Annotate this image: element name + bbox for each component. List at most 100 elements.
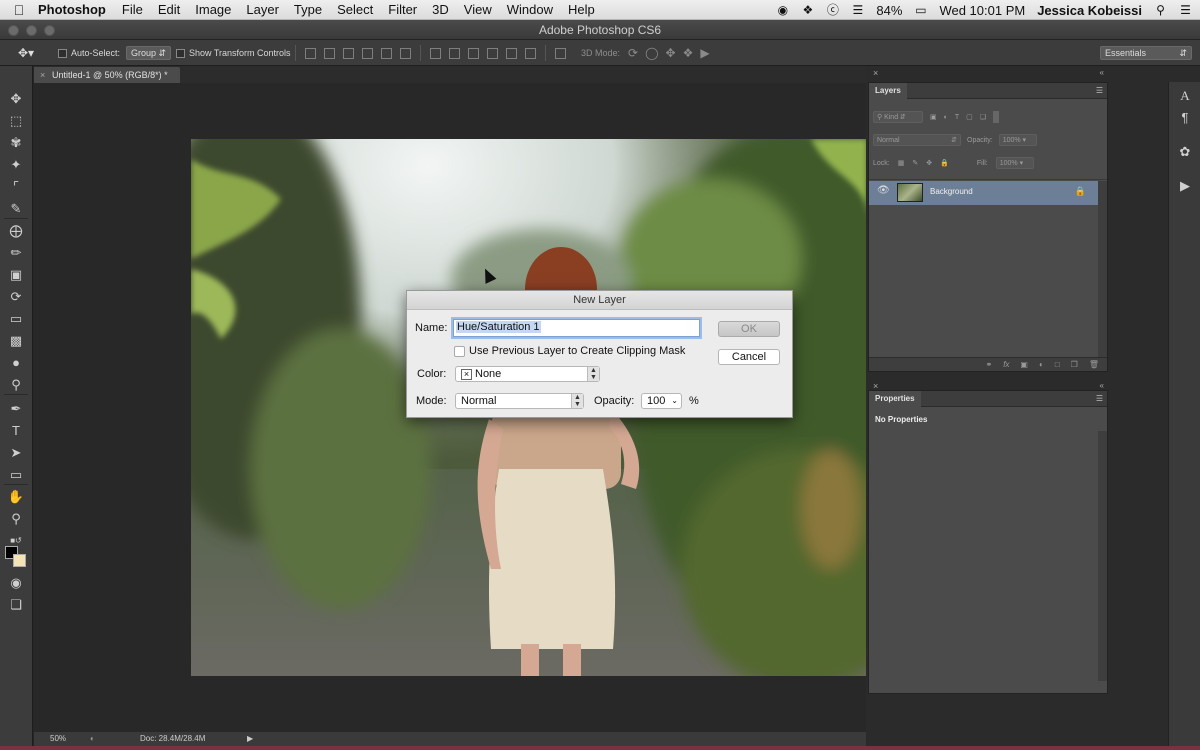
auto-select-checkbox[interactable] [58,48,67,58]
ok-button[interactable]: OK [718,321,780,337]
type-tool-icon[interactable]: T [6,422,26,440]
background-color-swatch[interactable] [13,554,26,567]
zoom-level[interactable]: 50% [50,732,66,746]
collapse-panel-icon[interactable]: « [1100,381,1104,390]
link-layers-icon[interactable]: ⚭ [985,360,992,369]
align-horizontal-center-icon[interactable] [381,47,392,59]
quick-mask-icon[interactable]: ◉ [6,574,26,592]
cancel-button[interactable]: Cancel [718,349,780,365]
lasso-tool-icon[interactable]: ✾ [6,134,26,152]
filter-toggle[interactable] [993,111,1000,123]
opacity-dropdown-icon[interactable]: ⌄ [671,394,678,408]
distribute-right-icon[interactable] [525,47,536,59]
zoom-tool-icon[interactable]: ⚲ [6,510,26,528]
dodge-tool-icon[interactable]: ⚲ [6,376,26,394]
layer-name-input[interactable]: Hue/Saturation 1 [453,319,700,337]
menu-view[interactable]: View [464,2,492,17]
panel-menu-icon[interactable]: ☰ [1096,83,1103,99]
lock-image-icon[interactable]: ✎ [912,159,918,167]
zoom-window-button[interactable] [44,25,55,36]
character-panel-icon[interactable]: A [1177,88,1193,104]
layer-visibility-eye-icon[interactable]: 👁 [877,185,890,196]
screen-mode-icon[interactable]: ❏ [6,596,26,614]
lock-all-icon[interactable]: 🔒 [940,159,949,167]
new-adjustment-layer-icon[interactable]: ◐ [1039,360,1044,369]
align-left-icon[interactable] [362,47,373,59]
properties-scrollbar[interactable] [1098,431,1107,681]
panel-menu-icon[interactable]: ☰ [1096,391,1103,407]
auto-align-layers-icon[interactable] [555,47,566,59]
eraser-tool-icon[interactable]: ▭ [6,310,26,328]
menu-image[interactable]: Image [195,2,231,17]
new-layer-icon[interactable]: ❐ [1071,360,1078,369]
distribute-top-icon[interactable] [430,47,441,59]
spotlight-search-icon[interactable]: ⚲ [1154,3,1167,17]
actions-panel-icon[interactable]: ▶ [1177,178,1193,194]
distribute-bottom-icon[interactable] [468,47,479,59]
marquee-tool-icon[interactable]: ⬚ [6,112,26,130]
crop-tool-icon[interactable]: ⌜ [6,178,26,196]
notification-center-icon[interactable]: ☰ [1179,3,1192,17]
filter-kind-dropdown[interactable]: ⚲ Kind ⇵ [873,111,923,123]
healing-brush-tool-icon[interactable]: ⨁ [6,222,26,240]
opacity-input[interactable]: 100 ⌄ [641,393,682,409]
distribute-horizontal-center-icon[interactable] [506,47,517,59]
menu-app-name[interactable]: Photoshop [38,2,106,17]
menu-edit[interactable]: Edit [158,2,180,17]
menu-layer[interactable]: Layer [246,2,279,17]
color-dropdown[interactable]: × None ▲ ▼ [455,366,600,382]
menu-3d[interactable]: 3D [432,2,449,17]
menu-help[interactable]: Help [568,2,595,17]
close-document-icon[interactable]: × [40,67,45,83]
lock-position-icon[interactable]: ✥ [926,159,932,167]
filter-smart-object-icon[interactable]: ❏ [980,113,986,121]
filter-type-icon[interactable]: T [955,114,959,121]
new-group-icon[interactable]: □ [1055,360,1060,369]
filter-adjustment-icon[interactable]: ◐ [944,114,948,121]
menu-type[interactable]: Type [294,2,322,17]
eyedropper-tool-icon[interactable]: ✎ [6,200,26,218]
status-options-icon[interactable]: ◐ [90,732,95,746]
status-menu-arrow-icon[interactable]: ▶ [247,732,253,746]
blur-tool-icon[interactable]: ● [6,354,26,372]
layer-style-fx-icon[interactable]: fx [1003,360,1009,369]
brush-tool-icon[interactable]: ✏ [6,244,26,262]
record-icon[interactable]: ◉ [776,3,789,17]
properties-tab[interactable]: Properties [869,391,921,407]
workspace-switcher[interactable]: Essentials ⇵ [1100,46,1192,60]
path-selection-tool-icon[interactable]: ➤ [6,444,26,462]
document-tab[interactable]: × Untitled-1 @ 50% (RGB/8*) * [34,67,180,83]
collapse-panel-icon[interactable]: « [1100,68,1104,77]
blend-mode-dropdown[interactable]: Normal ⇵ [873,134,961,146]
mode-dropdown[interactable]: Normal ▲ ▼ [455,393,584,409]
opacity-field[interactable]: 100% ▾ [998,134,1037,146]
distribute-vertical-center-icon[interactable] [449,47,460,59]
menu-file[interactable]: File [122,2,143,17]
skype-icon[interactable]: ⓒ [826,3,839,17]
clipping-mask-checkbox[interactable] [454,346,465,357]
layers-tab[interactable]: Layers [869,83,907,99]
lock-transparent-icon[interactable]: ▦ [898,159,905,167]
align-vertical-center-icon[interactable] [324,47,335,59]
magic-wand-tool-icon[interactable]: ✦ [6,156,26,174]
minimize-window-button[interactable] [26,25,37,36]
layers-scrollbar[interactable] [1098,181,1107,357]
menu-filter[interactable]: Filter [388,2,417,17]
distribute-left-icon[interactable] [487,47,498,59]
show-transform-checkbox[interactable] [176,48,185,58]
history-brush-tool-icon[interactable]: ⟳ [6,288,26,306]
menu-window[interactable]: Window [507,2,553,17]
user-name[interactable]: Jessica Kobeissi [1037,3,1142,18]
filter-pixel-icon[interactable]: ▣ [930,113,937,121]
align-right-icon[interactable] [400,47,411,59]
apple-menu-icon[interactable]:  [0,2,38,18]
wifi-icon[interactable]: ☰ [851,3,864,17]
fill-field[interactable]: 100% ▾ [995,157,1034,169]
clone-stamp-tool-icon[interactable]: ▣ [6,266,26,284]
color-panel-icon[interactable]: ✿ [1177,144,1193,160]
paint-bucket-tool-icon[interactable]: ▩ [6,332,26,350]
paragraph-panel-icon[interactable]: ¶ [1177,110,1193,126]
add-mask-icon[interactable]: ▣ [1020,360,1028,369]
move-tool-preset-icon[interactable]: ✥▾ [18,46,34,60]
align-bottom-icon[interactable] [343,47,354,59]
